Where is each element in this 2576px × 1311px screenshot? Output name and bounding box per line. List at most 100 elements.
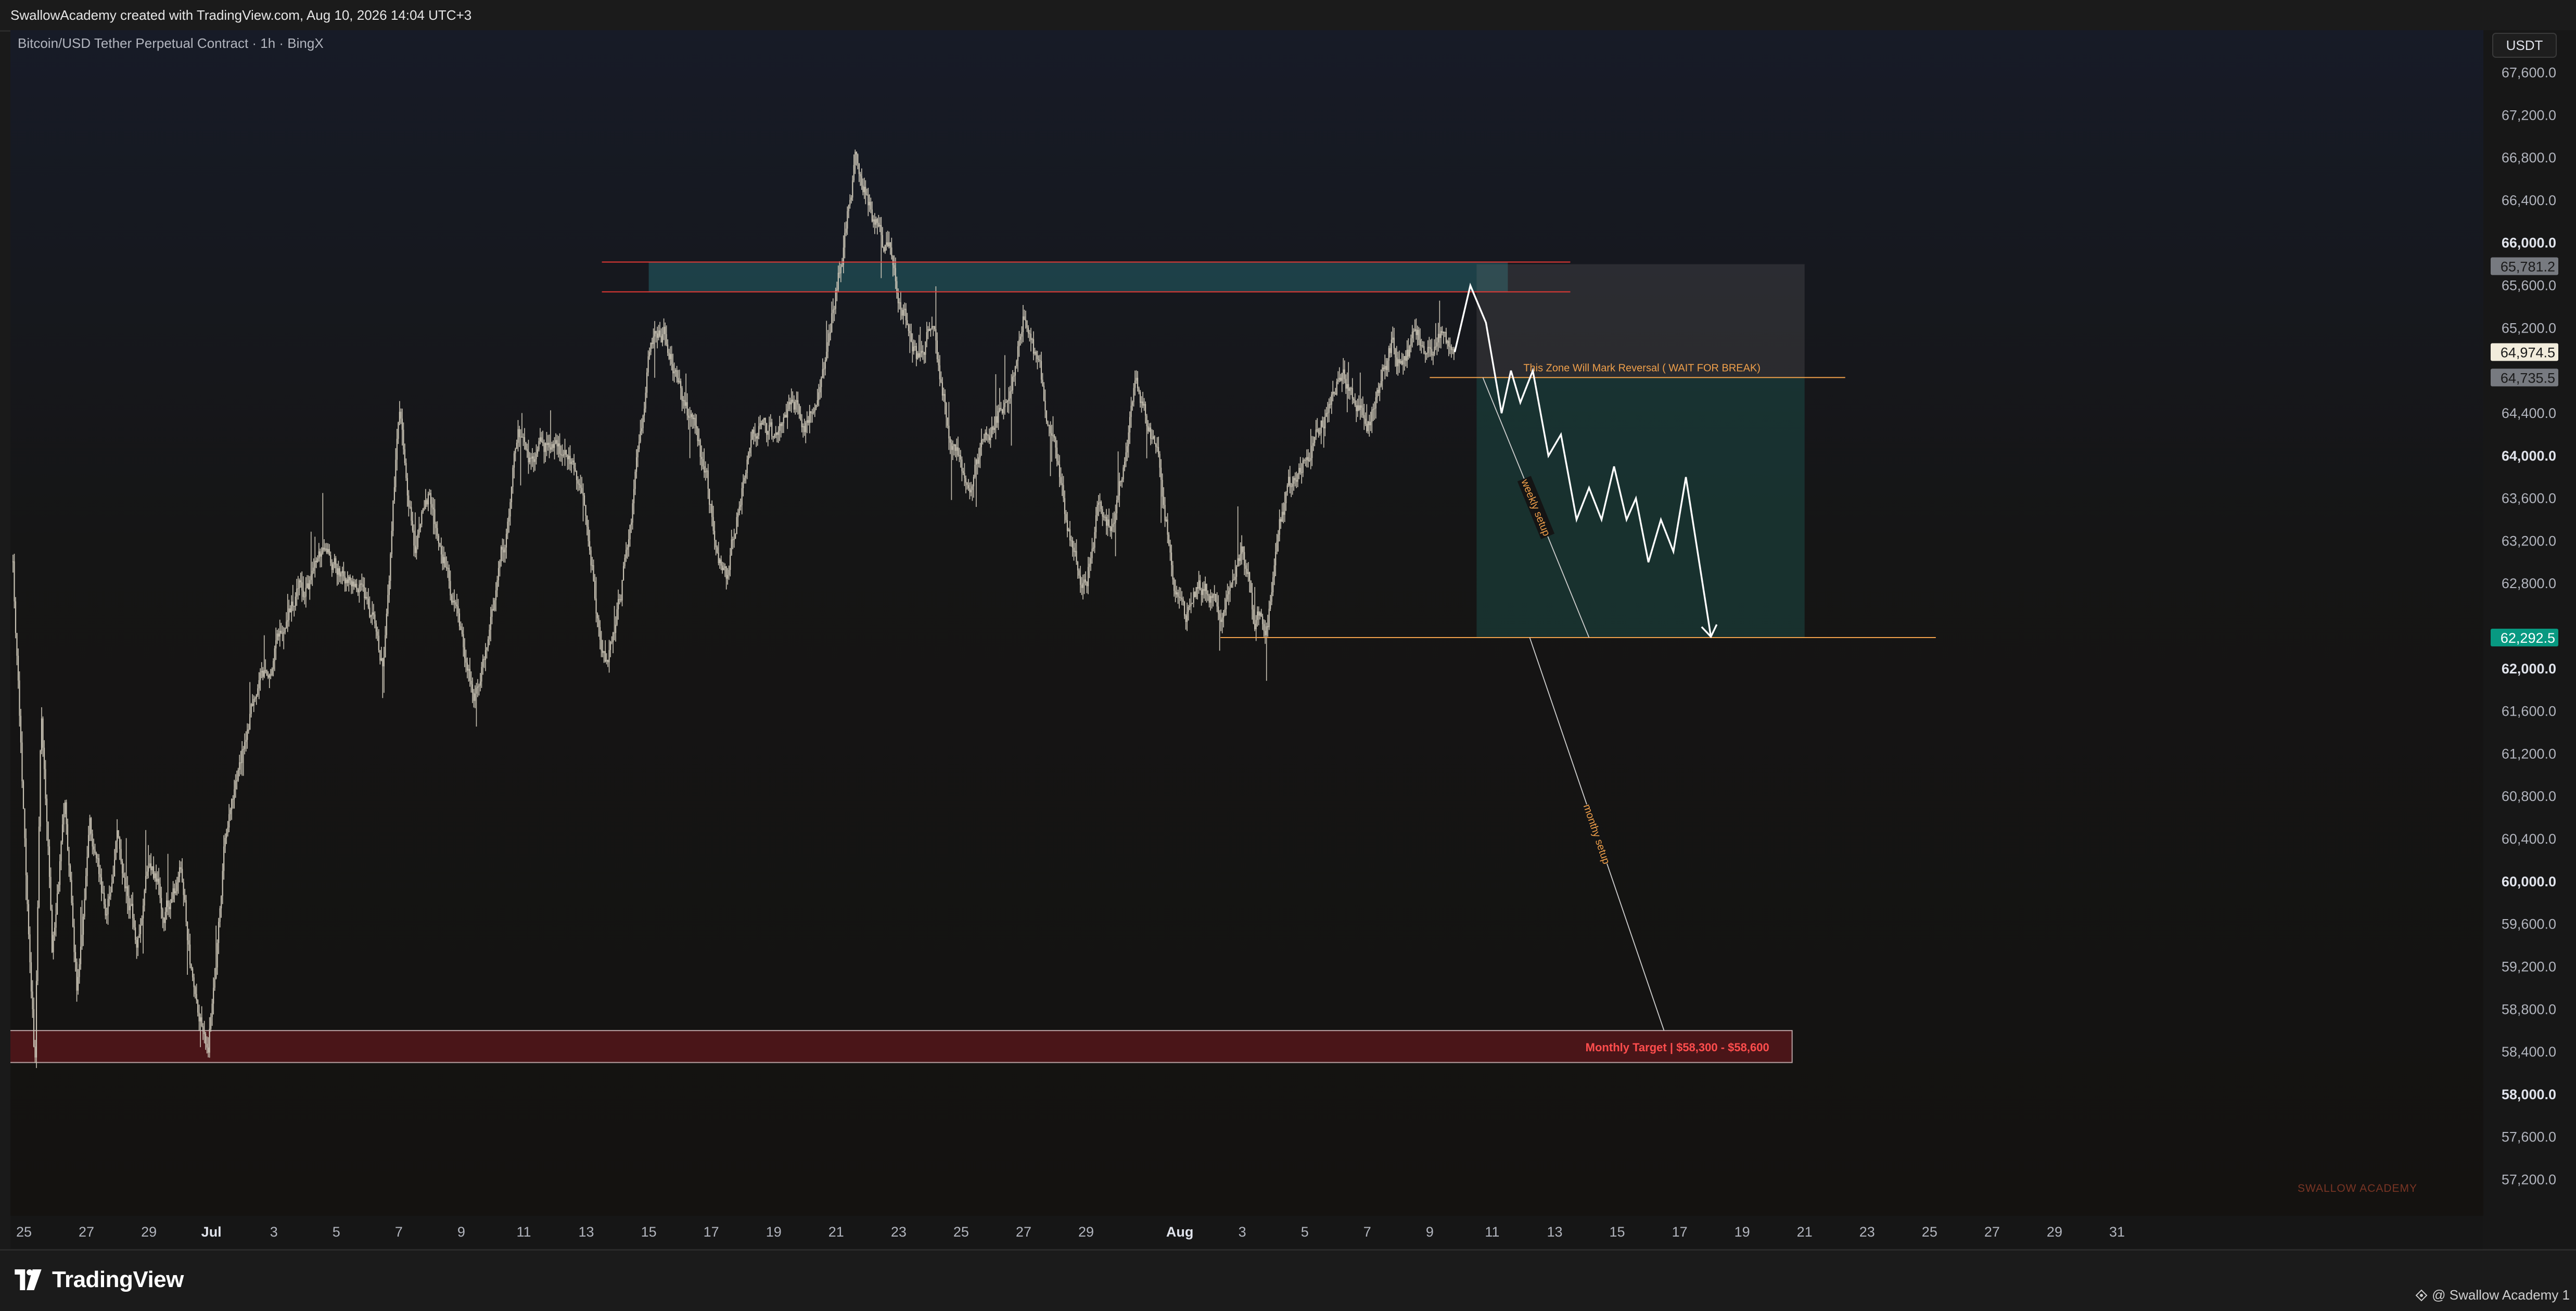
candle-body xyxy=(878,223,879,227)
candle-body xyxy=(37,907,39,981)
candle-body xyxy=(1252,592,1253,609)
candle-body xyxy=(576,470,578,480)
candle-body xyxy=(596,613,598,618)
candle-body xyxy=(797,400,799,405)
candle-body xyxy=(722,565,723,570)
time-tick-label: 27 xyxy=(1984,1224,2000,1240)
candle-body xyxy=(1218,606,1219,614)
candle-body xyxy=(1103,516,1105,518)
candle-body xyxy=(1111,527,1113,531)
candle-body xyxy=(343,571,345,577)
candle-body xyxy=(234,789,235,799)
candle-body xyxy=(1211,596,1213,598)
candle-body xyxy=(72,903,74,927)
candle-body xyxy=(330,555,331,563)
candle-body xyxy=(659,330,661,336)
candle-body xyxy=(121,861,123,874)
candle-body xyxy=(403,429,404,450)
candle-body xyxy=(496,580,498,591)
candle-body xyxy=(1022,316,1024,332)
candle-body xyxy=(871,209,873,222)
candle-body xyxy=(1125,452,1127,462)
candle-body xyxy=(956,447,958,451)
candle-body xyxy=(581,488,583,493)
candle-body xyxy=(795,402,796,410)
time-tick-label: 9 xyxy=(1426,1224,1434,1240)
time-tick-label: 17 xyxy=(1672,1224,1688,1240)
candle-body xyxy=(1384,366,1386,370)
candle-body xyxy=(632,503,633,523)
candle-body xyxy=(933,326,934,327)
candle-body xyxy=(249,714,251,730)
candle-body xyxy=(1206,583,1207,594)
candle-body xyxy=(1019,336,1022,340)
candle-body xyxy=(650,342,652,352)
candle-body xyxy=(926,332,927,341)
price-tick-label: 64,400.0 xyxy=(2502,405,2556,421)
candle-body xyxy=(174,888,175,894)
candle-body xyxy=(341,571,343,574)
publisher-credit[interactable]: @ Swallow Academy 1 xyxy=(2415,1287,2570,1303)
candle-body xyxy=(1172,565,1174,580)
candle-body xyxy=(1147,426,1149,431)
candle-body xyxy=(824,360,826,369)
candle-body xyxy=(486,647,488,651)
time-tick-label: 17 xyxy=(704,1224,719,1240)
candle-body xyxy=(1237,558,1239,567)
candle-body xyxy=(1133,388,1134,402)
candle-body xyxy=(28,904,30,935)
chart-frame[interactable]: Monthly Target | $58,300 - $58,600 This Z… xyxy=(10,30,2576,1249)
candle-body xyxy=(614,632,615,633)
currency-button[interactable]: USDT xyxy=(2492,33,2557,58)
candle-body xyxy=(776,432,778,435)
candle-body xyxy=(698,440,700,441)
candle-body xyxy=(998,411,999,423)
candle-body xyxy=(992,427,994,430)
candle-body xyxy=(1165,519,1167,521)
price-chart[interactable]: Monthly Target | $58,300 - $58,600 This Z… xyxy=(10,30,2576,1249)
candle-body xyxy=(98,858,100,874)
candle-body xyxy=(1224,609,1226,613)
candle-body xyxy=(112,876,114,883)
candle-body xyxy=(157,879,158,882)
candle-body xyxy=(221,896,222,909)
candle-body xyxy=(106,914,108,915)
candle-body xyxy=(1037,355,1038,360)
time-tick-label: 11 xyxy=(516,1224,531,1240)
candle-body xyxy=(224,837,226,847)
candle-body xyxy=(785,415,787,418)
resistance-zone-rect xyxy=(648,262,1508,292)
candle-body xyxy=(396,439,398,460)
candle-body xyxy=(1185,615,1187,622)
time-tick-label: 7 xyxy=(1363,1224,1371,1240)
candle-body xyxy=(1006,401,1009,402)
candle-body xyxy=(588,527,589,541)
candle-body xyxy=(484,650,487,660)
candle-body xyxy=(685,402,687,406)
candle-body xyxy=(456,604,458,607)
candle-body xyxy=(388,581,390,595)
candle-body xyxy=(477,686,479,688)
candle-body xyxy=(865,187,866,195)
candle-body xyxy=(1215,594,1217,603)
candle-body xyxy=(850,197,852,200)
candle-body xyxy=(1267,626,1269,627)
candle-body xyxy=(85,876,87,899)
candle-body xyxy=(305,588,307,597)
tradingview-brand[interactable]: TradingView xyxy=(11,1265,184,1294)
candle-body xyxy=(652,342,653,345)
candle-body xyxy=(1410,338,1412,346)
candle-body xyxy=(809,411,810,423)
candle-body xyxy=(941,382,943,396)
candle-body xyxy=(228,814,230,828)
candle-body xyxy=(630,523,632,525)
candle-body xyxy=(318,551,320,558)
candle-body xyxy=(471,684,474,693)
candle-body xyxy=(133,918,135,928)
candle-body xyxy=(200,1017,201,1022)
candle-body xyxy=(1397,359,1399,366)
candle-body xyxy=(1120,481,1121,482)
candle-body xyxy=(92,833,93,847)
candle-body xyxy=(437,528,438,536)
candle-body xyxy=(135,927,136,940)
